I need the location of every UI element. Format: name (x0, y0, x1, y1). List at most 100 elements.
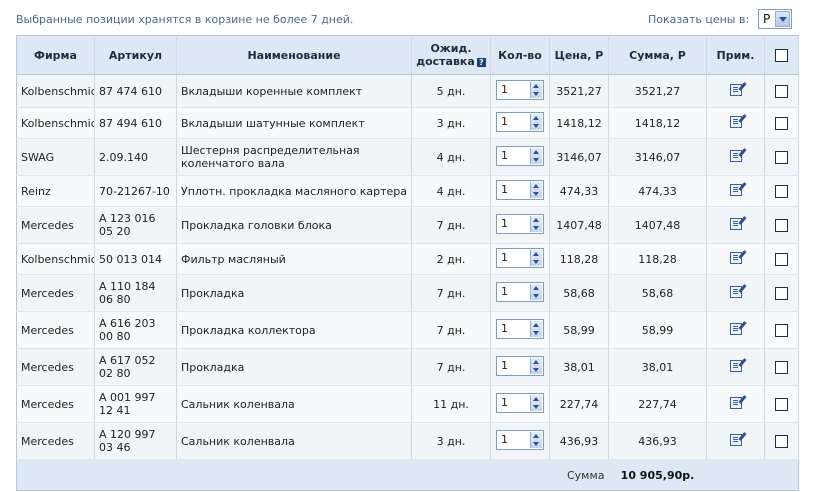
select-all-checkbox[interactable] (775, 48, 788, 62)
row-qty-cell: 1 (490, 422, 550, 460)
row-sum: 1418,12 (608, 107, 707, 139)
row-checkbox[interactable] (775, 434, 788, 448)
table-row: Reinz 70-21267-10 Уплотн. прокладка маслян… (16, 175, 799, 207)
quantity-stepper[interactable]: 1 (496, 247, 544, 268)
col-name-header: Наименование (176, 35, 412, 75)
row-checkbox[interactable] (775, 397, 788, 411)
edit-note-icon[interactable] (729, 251, 742, 264)
edit-note-icon[interactable] (729, 359, 742, 372)
row-qty-cell: 1 (490, 348, 550, 386)
quantity-value[interactable]: 1 (501, 183, 508, 196)
row-brand: Mercedes (16, 311, 95, 349)
row-checkbox[interactable] (775, 116, 788, 130)
row-article: 70-21267-10 (94, 175, 177, 207)
row-checkbox[interactable] (775, 252, 788, 266)
quantity-value[interactable]: 1 (501, 217, 508, 230)
edit-note-icon[interactable] (729, 183, 742, 196)
quantity-value[interactable]: 1 (501, 285, 508, 298)
row-note-cell (706, 206, 765, 244)
row-name: Прокладка (176, 274, 412, 312)
price-currency-label: Показать цены в: (648, 13, 750, 26)
row-checkbox[interactable] (775, 218, 788, 232)
cart-notice: Выбранные позиции хранятся в корзине не … (16, 13, 354, 26)
row-brand: Mercedes (16, 422, 95, 460)
spinner-icon[interactable] (530, 394, 542, 411)
quantity-stepper[interactable]: 1 (496, 318, 544, 339)
edit-note-icon[interactable] (729, 322, 742, 335)
row-price: 1407,48 (549, 206, 609, 244)
spinner-icon[interactable] (530, 357, 542, 374)
quantity-value[interactable]: 1 (501, 396, 508, 409)
quantity-stepper[interactable]: 1 (496, 355, 544, 376)
row-brand: Mercedes (16, 206, 95, 244)
edit-note-icon[interactable] (729, 217, 742, 230)
row-select-cell (764, 243, 799, 275)
row-qty-cell: 1 (490, 107, 550, 139)
spinner-icon[interactable] (530, 249, 542, 266)
row-select-cell (764, 274, 799, 312)
row-article: A 616 203 00 80 (94, 311, 177, 349)
quantity-value[interactable]: 1 (501, 115, 508, 128)
row-checkbox[interactable] (775, 150, 788, 164)
spinner-icon[interactable] (530, 283, 542, 300)
quantity-stepper[interactable]: 1 (496, 392, 544, 413)
edit-note-icon[interactable] (729, 433, 742, 446)
row-brand: Mercedes (16, 348, 95, 386)
spinner-icon[interactable] (530, 113, 542, 130)
info-icon[interactable]: ? (476, 58, 486, 67)
quantity-value[interactable]: 1 (501, 433, 508, 446)
quantity-value[interactable]: 1 (501, 359, 508, 372)
delivery-header-line2: доставка (416, 55, 475, 68)
spinner-icon[interactable] (530, 320, 542, 337)
currency-select[interactable]: Р (758, 9, 792, 29)
row-select-cell (764, 422, 799, 460)
spinner-icon[interactable] (530, 431, 542, 448)
row-name: Прокладка (176, 348, 412, 386)
spinner-icon[interactable] (530, 215, 542, 232)
table-header-row: Фирма Артикул Наименование Ожид. доставк… (16, 35, 799, 75)
edit-note-icon[interactable] (729, 285, 742, 298)
row-select-cell (764, 175, 799, 207)
col-select-all[interactable] (764, 35, 799, 75)
spinner-icon[interactable] (530, 181, 542, 198)
row-qty-cell: 1 (490, 311, 550, 349)
quantity-stepper[interactable]: 1 (496, 79, 544, 100)
edit-note-icon[interactable] (729, 115, 742, 128)
row-article: 50 013 014 (94, 243, 177, 275)
row-checkbox[interactable] (775, 184, 788, 198)
quantity-value[interactable]: 1 (501, 83, 508, 96)
row-checkbox[interactable] (775, 84, 788, 98)
row-sum: 58,99 (608, 311, 707, 349)
quantity-stepper[interactable]: 1 (496, 145, 544, 166)
quantity-value[interactable]: 1 (501, 149, 508, 162)
row-price: 3146,07 (549, 138, 609, 176)
top-bar: Выбранные позиции хранятся в корзине не … (0, 0, 819, 36)
edit-note-icon[interactable] (729, 83, 742, 96)
total-label: Сумма (16, 459, 609, 491)
quantity-value[interactable]: 1 (501, 251, 508, 264)
quantity-stepper[interactable]: 1 (496, 429, 544, 450)
quantity-value[interactable]: 1 (501, 322, 508, 335)
quantity-stepper[interactable]: 1 (496, 213, 544, 234)
edit-note-icon[interactable] (729, 149, 742, 162)
quantity-stepper[interactable]: 1 (496, 179, 544, 200)
row-qty-cell: 1 (490, 206, 550, 244)
row-article: A 123 016 05 20 (94, 206, 177, 244)
row-checkbox[interactable] (775, 323, 788, 337)
row-note-cell (706, 138, 765, 176)
row-name: Вкладыши коренные комплект (176, 74, 412, 108)
chevron-down-icon[interactable] (775, 11, 790, 27)
row-checkbox[interactable] (775, 286, 788, 300)
edit-note-icon[interactable] (729, 396, 742, 409)
spinner-icon[interactable] (530, 81, 542, 98)
spinner-icon[interactable] (530, 147, 542, 164)
quantity-stepper[interactable]: 1 (496, 281, 544, 302)
row-delivery: 4 дн. (411, 175, 491, 207)
row-delivery: 7 дн. (411, 274, 491, 312)
row-name: Фильтр масляный (176, 243, 412, 275)
row-checkbox[interactable] (775, 360, 788, 374)
row-brand: SWAG (16, 138, 95, 176)
row-article: 87 474 610 (94, 74, 177, 108)
table-row: Mercedes A 616 203 00 80 Прокладка коллект… (16, 311, 799, 349)
quantity-stepper[interactable]: 1 (496, 111, 544, 132)
